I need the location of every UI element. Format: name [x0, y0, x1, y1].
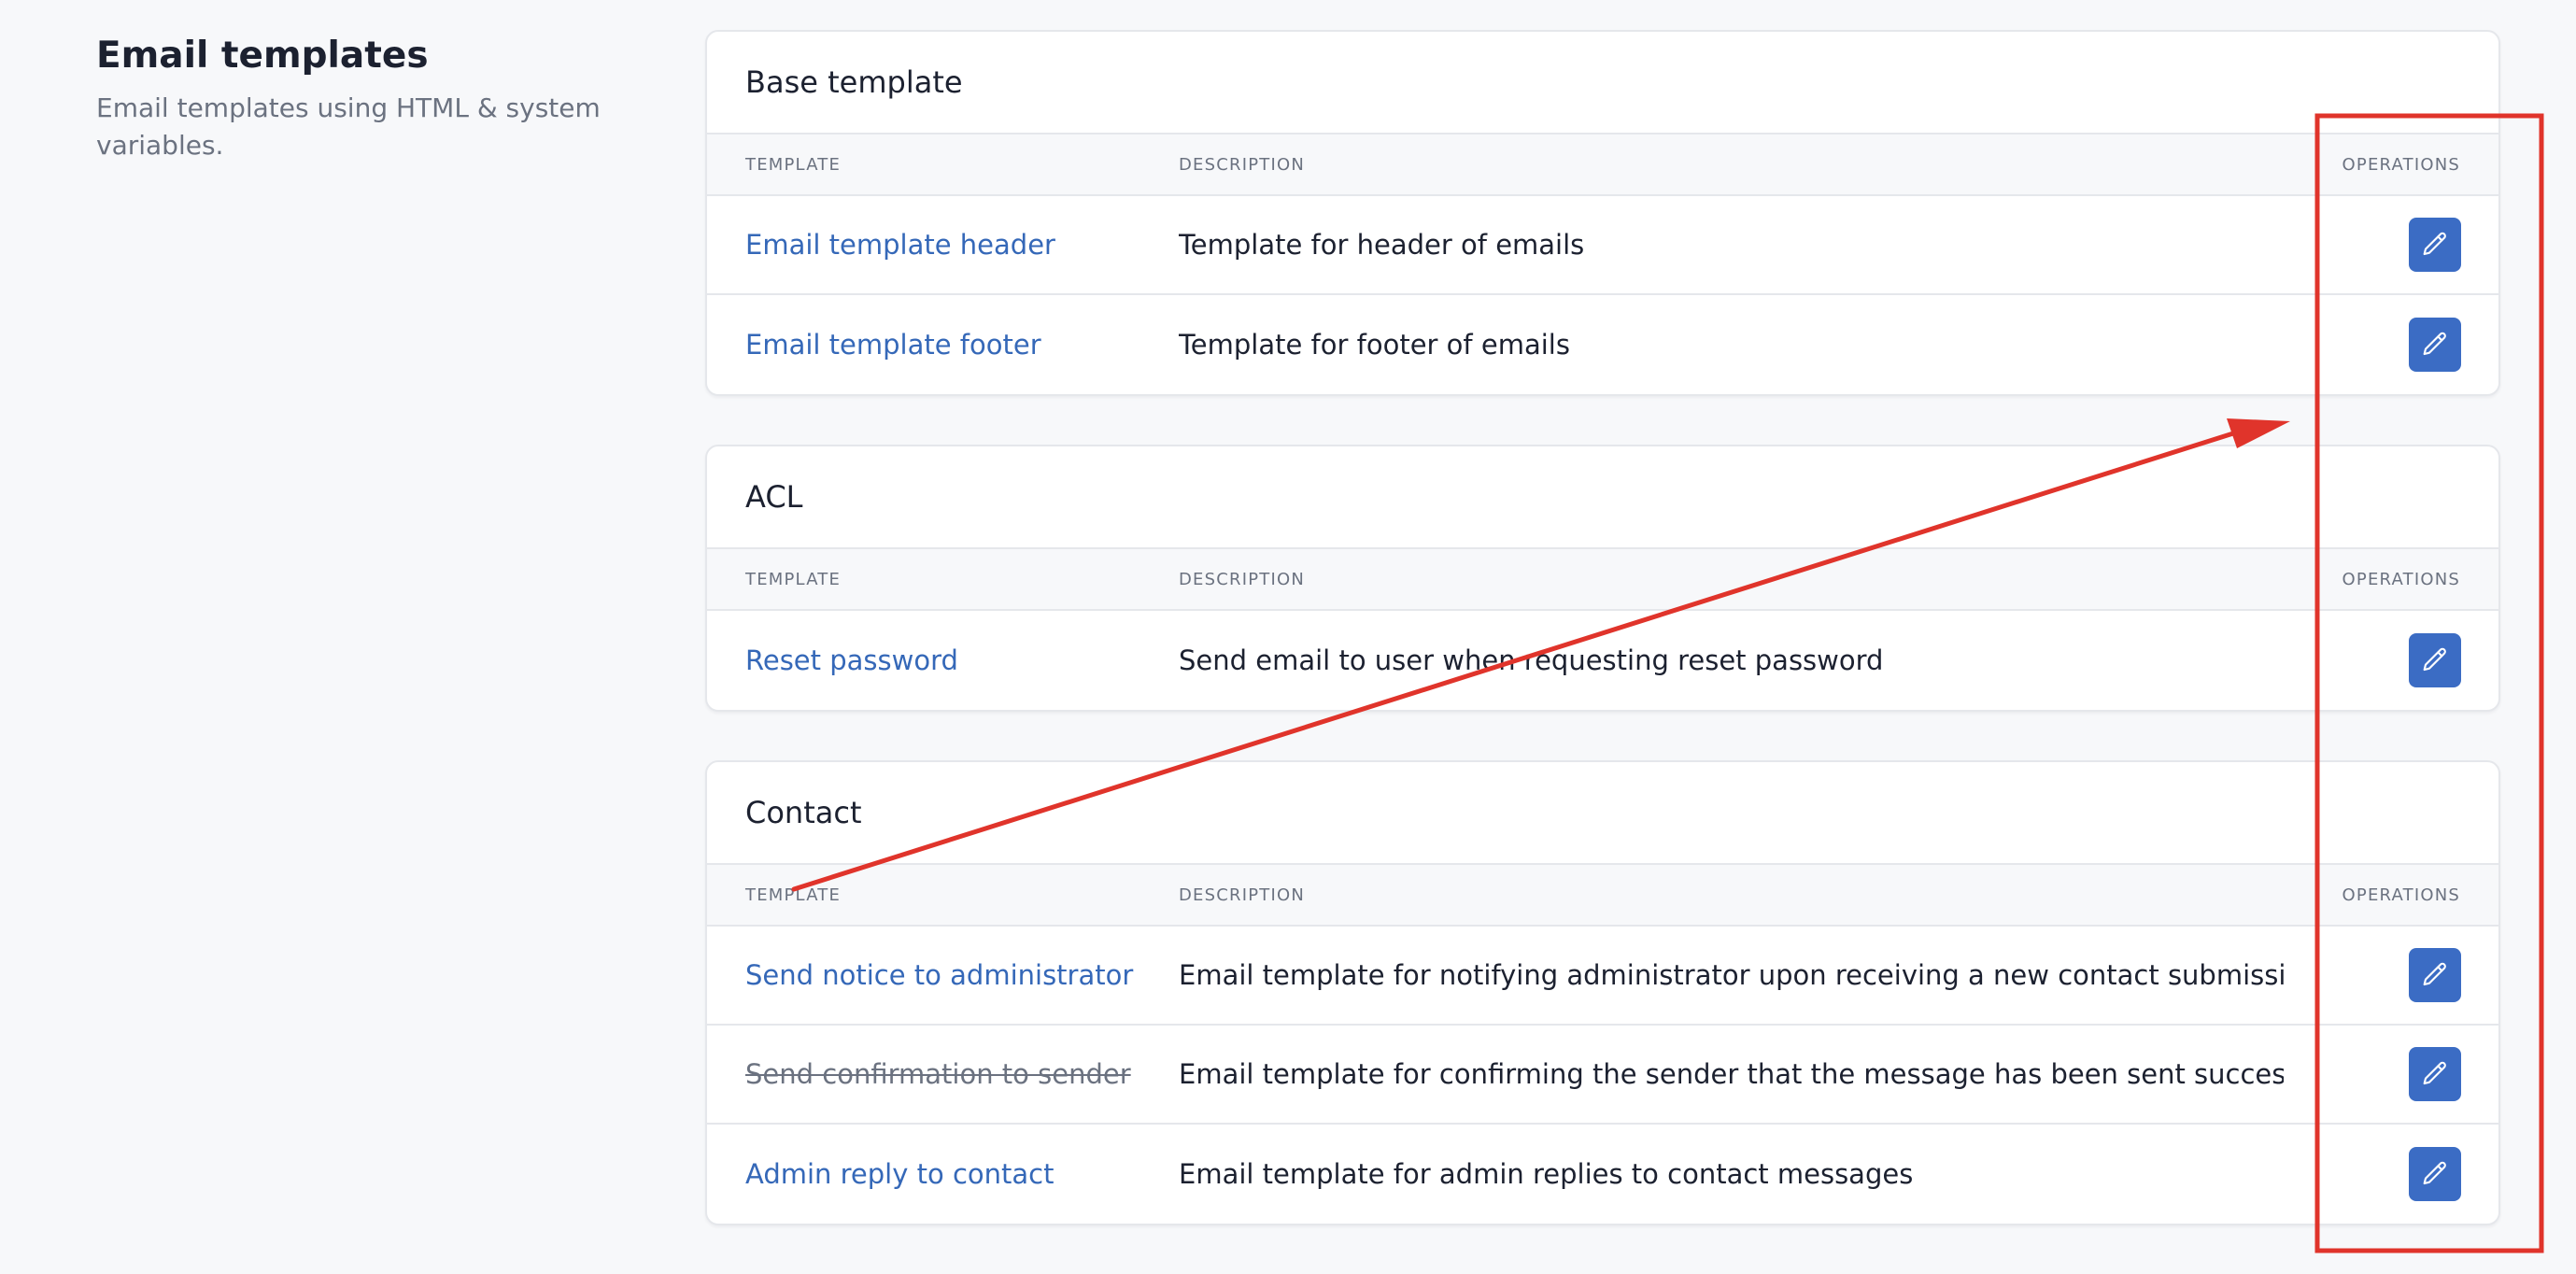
pencil-icon	[2423, 332, 2446, 356]
table-row: Send confirmation to sender Email templa…	[707, 1026, 2498, 1125]
pencil-icon	[2423, 962, 2446, 986]
table-row: Admin reply to contact Email template fo…	[707, 1125, 2498, 1224]
table-header: TEMPLATE DESCRIPTION OPERATIONS	[707, 134, 2498, 196]
column-header-operations: OPERATIONS	[2342, 154, 2460, 175]
template-link-disabled[interactable]: Send confirmation to sender	[707, 1058, 1179, 1090]
section-title: ACL	[707, 446, 2498, 549]
column-header-description: DESCRIPTION	[1179, 154, 1306, 175]
column-header-operations: OPERATIONS	[2342, 885, 2460, 905]
section-base-template: Base template TEMPLATE DESCRIPTION OPERA…	[705, 30, 2500, 396]
section-title: Base template	[707, 32, 2498, 134]
pencil-icon	[2423, 232, 2446, 256]
template-link[interactable]: Admin reply to contact	[707, 1158, 1179, 1190]
template-description: Email template for confirming the sender…	[1179, 1058, 2284, 1090]
edit-button[interactable]	[2409, 318, 2461, 372]
edit-button[interactable]	[2409, 948, 2461, 1002]
template-description: Template for footer of emails	[1179, 329, 1570, 361]
template-link[interactable]: Email template header	[707, 229, 1179, 261]
column-header-operations: OPERATIONS	[2342, 569, 2460, 589]
table-row: Reset password Send email to user when r…	[707, 611, 2498, 710]
pencil-icon	[2423, 647, 2446, 672]
table-row: Email template header Template for heade…	[707, 196, 2498, 295]
template-description: Send email to user when requesting reset…	[1179, 644, 1884, 676]
template-description: Template for header of emails	[1179, 229, 1585, 261]
template-link[interactable]: Email template footer	[707, 329, 1179, 361]
pencil-icon	[2423, 1061, 2446, 1085]
page-title: Email templates	[96, 35, 429, 77]
table-row: Send notice to administrator Email templ…	[707, 927, 2498, 1026]
edit-button[interactable]	[2409, 1047, 2461, 1101]
template-description: Email template for notifying administrat…	[1179, 959, 2284, 991]
page-intro: Email templates Email templates using HT…	[96, 32, 619, 164]
section-contact: Contact TEMPLATE DESCRIPTION OPERATIONS …	[705, 760, 2500, 1225]
template-description: Email template for admin replies to cont…	[1179, 1158, 1914, 1190]
pencil-icon	[2423, 1161, 2446, 1185]
table-row: Email template footer Template for foote…	[707, 295, 2498, 394]
column-header-template: TEMPLATE	[745, 885, 842, 905]
column-header-template: TEMPLATE	[745, 154, 842, 175]
page-description: Email templates using HTML & system vari…	[96, 92, 601, 161]
column-header-template: TEMPLATE	[745, 569, 842, 589]
template-link[interactable]: Reset password	[707, 644, 1179, 676]
section-title: Contact	[707, 762, 2498, 865]
column-header-description: DESCRIPTION	[1179, 569, 1306, 589]
table-header: TEMPLATE DESCRIPTION OPERATIONS	[707, 549, 2498, 611]
table-header: TEMPLATE DESCRIPTION OPERATIONS	[707, 865, 2498, 927]
edit-button[interactable]	[2409, 218, 2461, 272]
edit-button[interactable]	[2409, 1147, 2461, 1201]
column-header-description: DESCRIPTION	[1179, 885, 1306, 905]
edit-button[interactable]	[2409, 633, 2461, 687]
template-link[interactable]: Send notice to administrator	[707, 959, 1179, 991]
section-acl: ACL TEMPLATE DESCRIPTION OPERATIONS Rese…	[705, 445, 2500, 712]
